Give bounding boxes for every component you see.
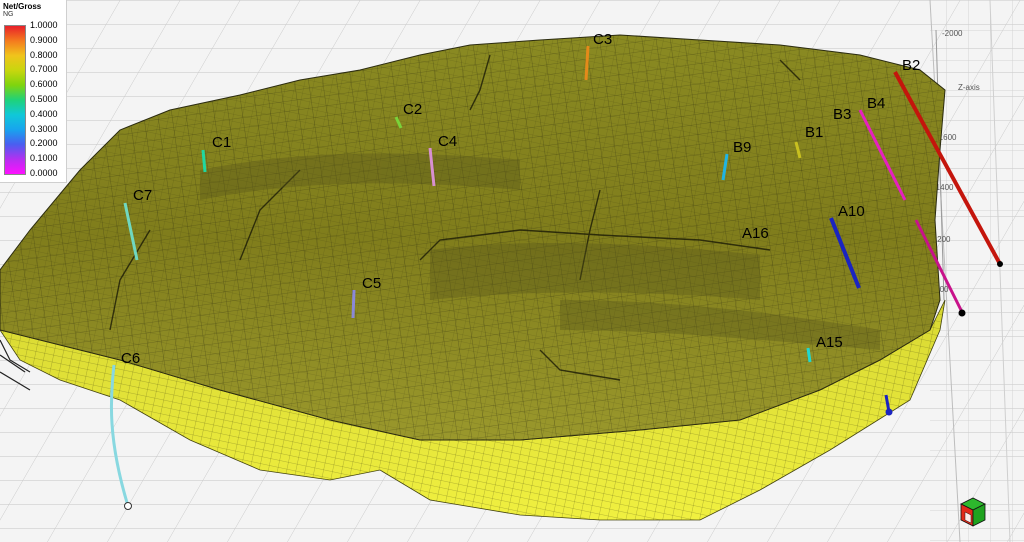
well-label-c3: C3 bbox=[593, 31, 612, 48]
well-end-marker-icon bbox=[958, 309, 966, 317]
well-label-c7: C7 bbox=[133, 187, 152, 204]
well-label-b1: B1 bbox=[805, 124, 823, 141]
legend-color-bar bbox=[4, 25, 26, 175]
legend-value: 0.0000 bbox=[30, 168, 58, 178]
well-label-c5: C5 bbox=[362, 275, 381, 292]
z-tick-0: -2000 bbox=[942, 29, 963, 38]
legend-value: 0.8000 bbox=[30, 49, 58, 60]
well-label-b4: B4 bbox=[867, 95, 885, 112]
legend-value: 0.3000 bbox=[30, 123, 58, 134]
well-label-a10: A10 bbox=[838, 203, 865, 220]
legend-title: Net/Gross bbox=[3, 2, 42, 11]
well-label-c6: C6 bbox=[121, 350, 140, 367]
well-end-marker-icon bbox=[885, 408, 893, 416]
well-end-marker-icon bbox=[124, 502, 132, 510]
legend-value: 0.6000 bbox=[30, 79, 58, 90]
well-end-marker-icon bbox=[997, 261, 1003, 267]
legend-value: 0.9000 bbox=[30, 34, 58, 45]
legend-subtitle: NG bbox=[3, 11, 14, 18]
legend-value: 0.1000 bbox=[30, 153, 58, 164]
3d-viewport[interactable]: -2000 Z-axis -1600 -1400 -1200 -1000 bbox=[0, 0, 1024, 542]
net-gross-legend: Net/Gross NG 1.0000 0.9000 0.8000 0.7000… bbox=[0, 0, 67, 183]
legend-value: 1.0000 bbox=[30, 20, 58, 30]
well-label-a16: A16 bbox=[742, 225, 769, 242]
z-axis-name: Z-axis bbox=[958, 83, 980, 92]
reservoir-3d-scene[interactable]: -2000 Z-axis -1600 -1400 -1200 -1000 bbox=[0, 0, 1024, 542]
well-a16[interactable]: A16 bbox=[742, 225, 769, 242]
well-label-b3: B3 bbox=[833, 106, 851, 123]
well-label-c1: C1 bbox=[212, 134, 231, 151]
legend-value: 0.2000 bbox=[30, 138, 58, 149]
orientation-cube-icon[interactable] bbox=[955, 496, 991, 530]
well-label-b2: B2 bbox=[902, 57, 920, 74]
legend-value: 0.7000 bbox=[30, 64, 58, 75]
well-label-c2: C2 bbox=[403, 101, 422, 118]
well-label-b9: B9 bbox=[733, 139, 751, 156]
well-label-a15: A15 bbox=[816, 334, 843, 351]
well-label-c4: C4 bbox=[438, 133, 457, 150]
legend-value: 0.5000 bbox=[30, 94, 58, 104]
legend-value: 0.4000 bbox=[30, 108, 58, 119]
